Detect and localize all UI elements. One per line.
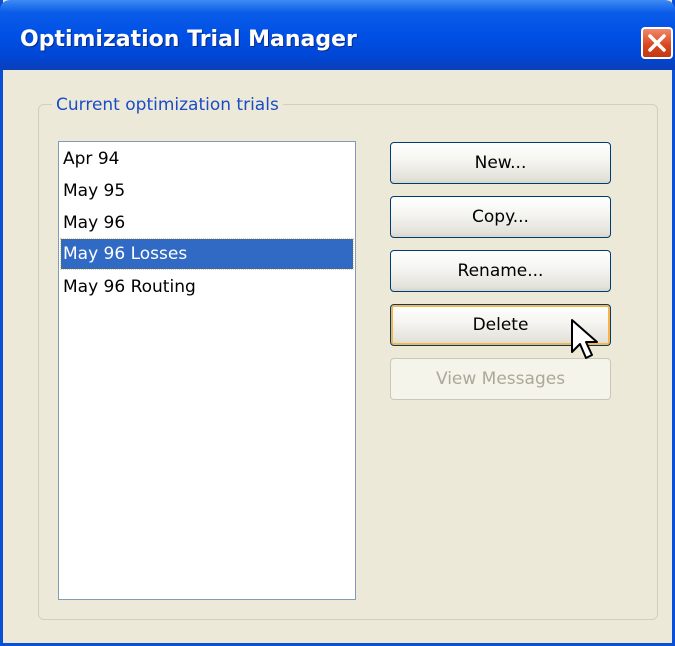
list-item-may-96[interactable]: May 96 <box>61 208 353 238</box>
groupbox-label: Current optimization trials <box>52 95 283 115</box>
list-item-apr-94[interactable]: Apr 94 <box>61 144 353 174</box>
title-bar[interactable]: Optimization Trial Manager <box>0 0 675 70</box>
trials-listbox[interactable]: Apr 94 May 95 May 96 May 96 Losses May 9… <box>58 141 356 600</box>
list-item-may-96-losses[interactable]: May 96 Losses <box>60 238 354 270</box>
new-button[interactable]: New... <box>390 142 611 184</box>
mouse-pointer-icon <box>571 319 598 359</box>
close-icon <box>648 34 666 52</box>
list-item-may-96-routing[interactable]: May 96 Routing <box>61 272 353 302</box>
list-item-may-95[interactable]: May 95 <box>61 176 353 206</box>
close-button[interactable] <box>641 27 673 59</box>
copy-button[interactable]: Copy... <box>390 196 611 238</box>
view-messages-button[interactable]: View Messages <box>390 358 611 400</box>
window-title: Optimization Trial Manager <box>20 27 357 52</box>
rename-button[interactable]: Rename... <box>390 250 611 292</box>
